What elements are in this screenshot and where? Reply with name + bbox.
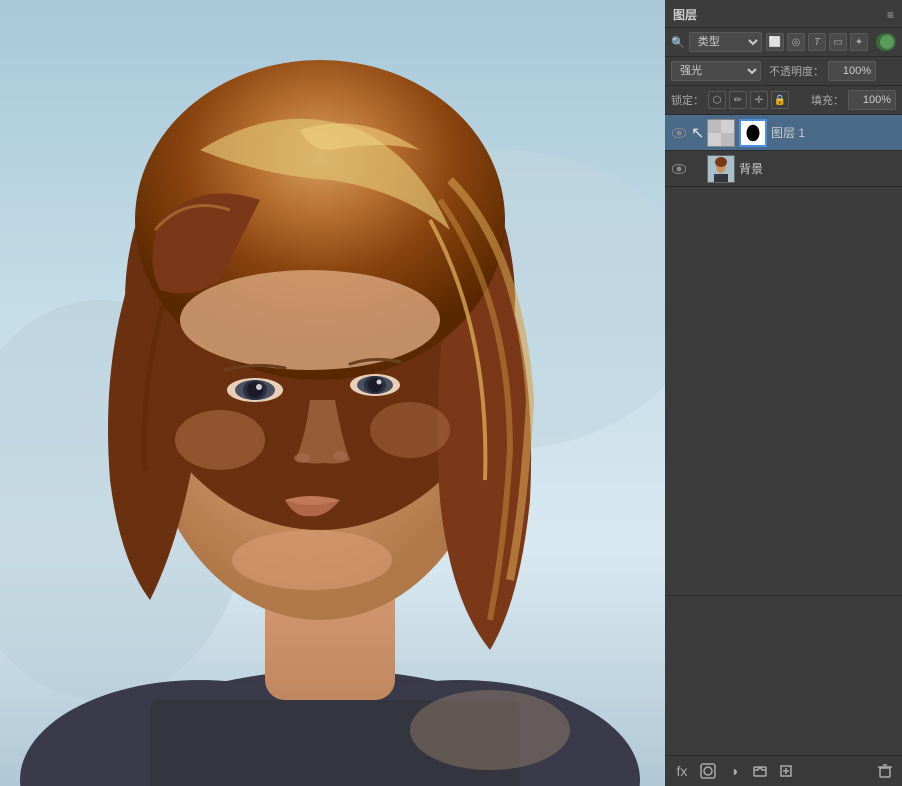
layer-name: 图层 1 <box>771 124 896 141</box>
layer-visibility-toggle[interactable] <box>671 125 687 141</box>
fill-label: 填充： <box>811 92 844 108</box>
new-adjustment-button[interactable]: ◑ <box>723 760 745 782</box>
panel-title: 图层 <box>673 6 697 23</box>
layers-bottom-area <box>665 595 902 755</box>
filter-shape-btn[interactable]: ▭ <box>829 33 847 51</box>
layer-item[interactable]: 背景 <box>665 151 902 187</box>
lock-icons: ⬡ ✏ ✛ 🔒 <box>708 91 789 109</box>
layer-name: 背景 <box>739 160 896 177</box>
lock-row: 锁定： ⬡ ✏ ✛ 🔒 填充： <box>665 86 902 115</box>
canvas-area <box>0 0 665 786</box>
delete-layer-button[interactable] <box>874 760 896 782</box>
eye-icon <box>672 128 686 138</box>
layer-visibility-toggle[interactable] <box>671 161 687 177</box>
layer-thumbnail <box>707 155 735 183</box>
new-layer-icon <box>778 763 794 779</box>
bg-layer-thumb-svg <box>708 156 734 182</box>
filter-pixel-btn[interactable]: ⬜ <box>766 33 784 51</box>
mask-icon <box>700 763 716 779</box>
filter-adjust-btn[interactable]: ◎ <box>787 33 805 51</box>
layer-item[interactable]: ↖ 图层 1 <box>665 115 902 151</box>
new-group-button[interactable] <box>749 760 771 782</box>
opacity-label: 不透明度： <box>769 63 824 79</box>
search-icon: 🔍 <box>671 36 685 49</box>
lock-position-btn[interactable]: ✛ <box>750 91 768 109</box>
layers-panel: 图层 ≡ 🔍 类型 ⬜ ◎ T ▭ ✦ 强光 不透明度： 锁定： ⬡ <box>665 0 902 786</box>
lock-pixel-btn[interactable]: ⬡ <box>708 91 726 109</box>
lock-all-btn[interactable]: 🔒 <box>771 91 789 109</box>
fill-input[interactable] <box>848 90 896 110</box>
opacity-input[interactable] <box>828 61 876 81</box>
filter-text-btn[interactable]: T <box>808 33 826 51</box>
add-fx-button[interactable]: fx <box>671 760 693 782</box>
new-layer-button[interactable] <box>775 760 797 782</box>
portrait-svg <box>0 0 665 786</box>
blend-mode-row: 强光 不透明度： <box>665 57 902 86</box>
panel-menu-icon[interactable]: ≡ <box>887 8 894 22</box>
filter-smart-btn[interactable]: ✦ <box>850 33 868 51</box>
panel-header: 图层 ≡ <box>665 0 902 28</box>
filter-type-select[interactable]: 类型 <box>689 32 762 52</box>
eye-icon <box>672 164 686 174</box>
lock-label: 锁定： <box>671 92 704 108</box>
group-icon <box>752 763 768 779</box>
layer-thumb-svg <box>708 120 734 146</box>
filter-toggle[interactable] <box>876 33 896 51</box>
layer-thumbnail <box>707 119 735 147</box>
filter-type-icons: ⬜ ◎ T ▭ ✦ <box>766 33 868 51</box>
delete-icon <box>877 763 893 779</box>
blend-mode-select[interactable]: 强光 <box>671 61 761 81</box>
layer-mask-thumbnail <box>739 119 767 147</box>
filter-row: 🔍 类型 ⬜ ◎ T ▭ ✦ <box>665 28 902 57</box>
lock-paint-btn[interactable]: ✏ <box>729 91 747 109</box>
layers-list: ↖ 图层 1 <box>665 115 902 595</box>
panel-header-icons: ≡ <box>887 8 894 22</box>
photo-container <box>0 0 665 786</box>
layers-toolbar: fx ◑ <box>665 755 902 786</box>
add-mask-button[interactable] <box>697 760 719 782</box>
layer-cursor-icon: ↖ <box>691 125 703 141</box>
layer-mask-svg <box>741 120 765 146</box>
